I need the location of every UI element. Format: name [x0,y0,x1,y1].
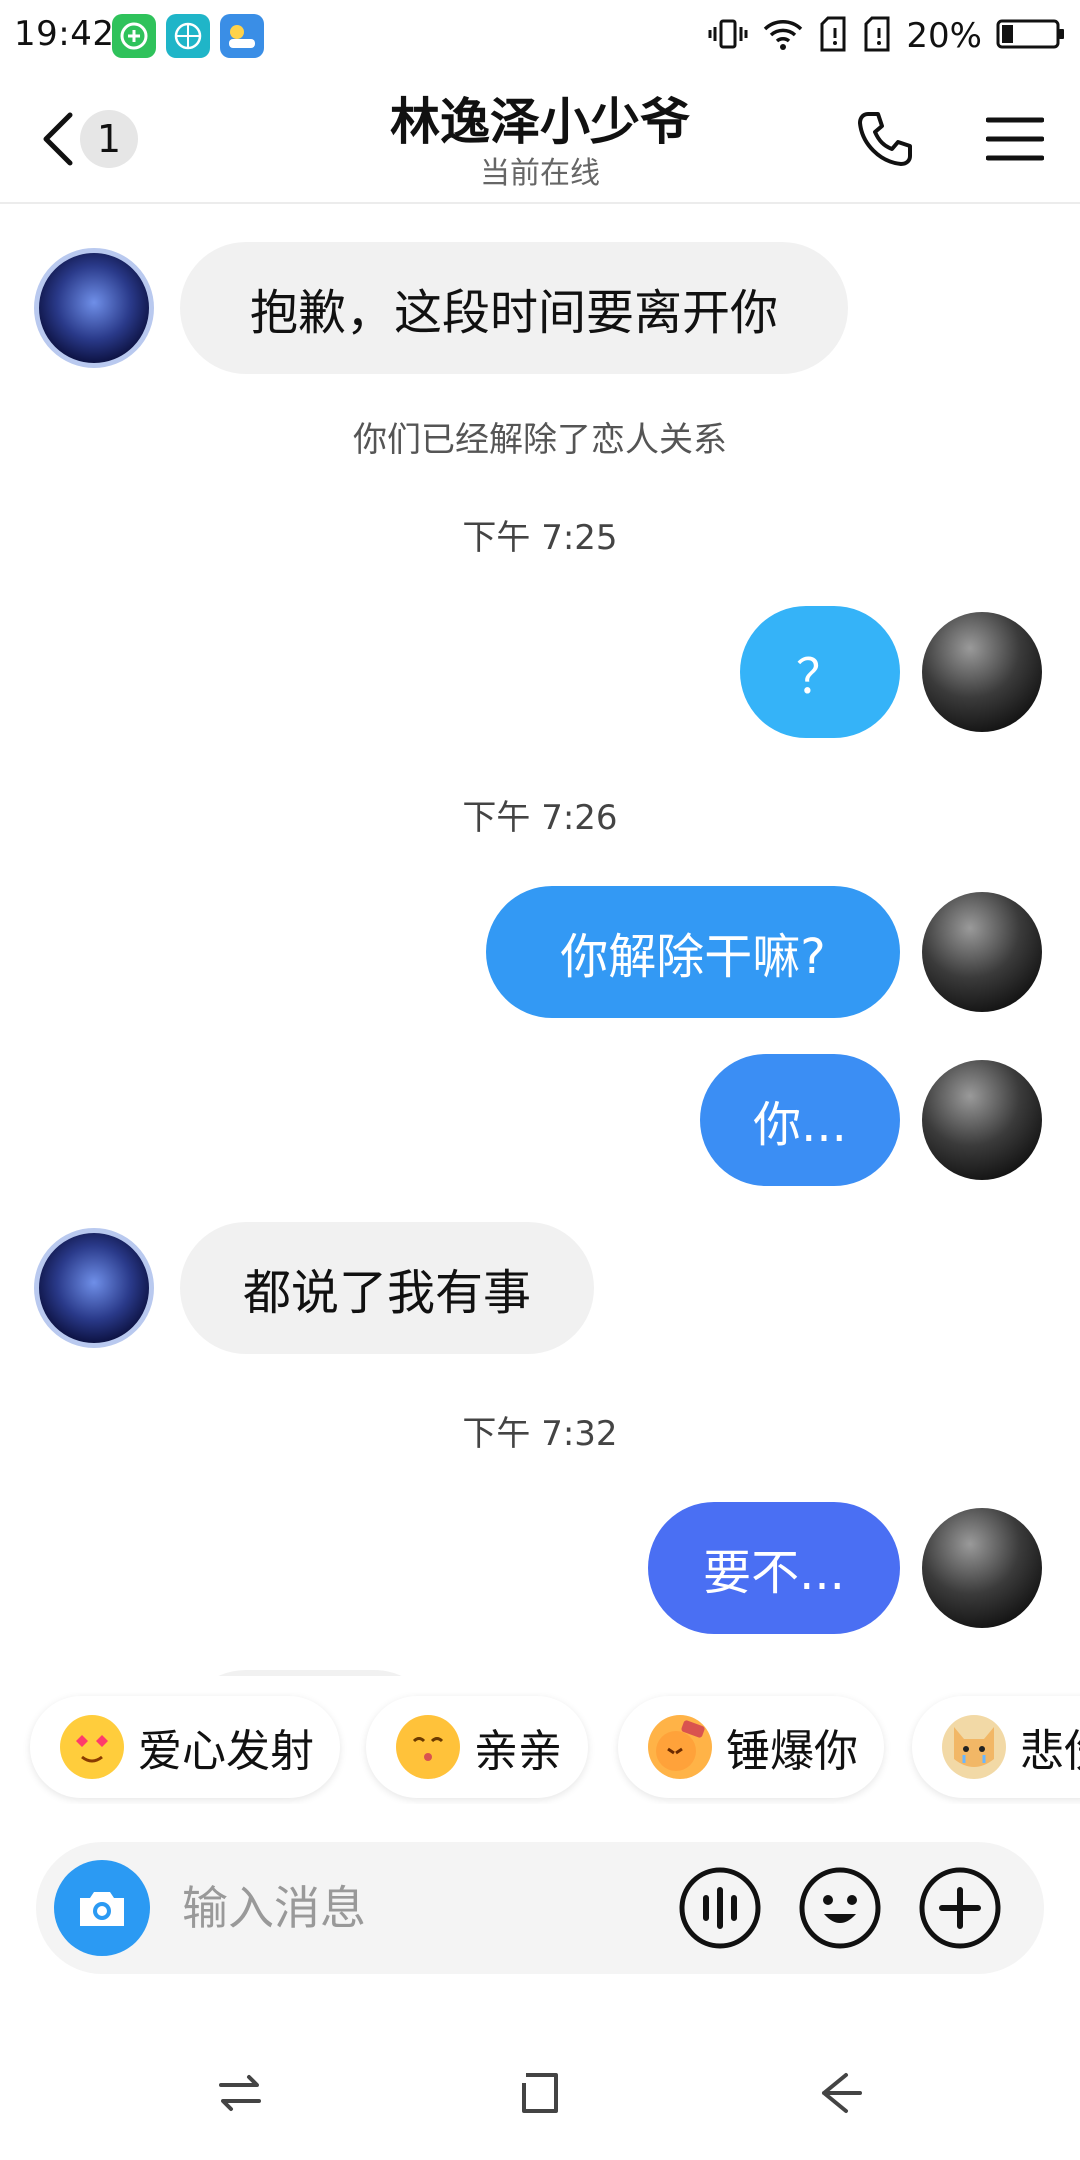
reaction-chip-kiss[interactable]: 亲亲 [366,1696,588,1798]
battery-icon [996,18,1066,54]
reaction-chip-dog[interactable]: 悲伤 [912,1696,1080,1798]
message-bubble-received[interactable]: 都说了我有事 [180,1222,594,1354]
chat-title: 林逸泽小少爷 [390,93,690,151]
status-bar: 19:42 20% [0,0,1080,72]
quick-reaction-bar: 爱心发射 亲亲 锤爆你 悲伤 [0,1692,1080,1804]
weather-app-icon [220,14,264,58]
smiley-icon [799,1867,881,1949]
message-bubble-received[interactable] [180,1670,440,1676]
my-avatar[interactable] [922,1508,1042,1628]
message-list[interactable]: 抱歉，这段时间要离开你 你们已经解除了恋人关系 下午 7:25 ？ 下午 7:2… [0,206,1080,1676]
hamburger-menu-icon [986,117,1044,161]
reaction-label: 悲伤 [1020,1726,1080,1777]
green-app-icon [112,14,156,58]
camera-button[interactable] [54,1860,150,1956]
more-actions-button[interactable] [918,1866,1002,1950]
battery-percent: 20% [906,16,982,56]
unread-count-badge: 1 [80,110,138,168]
recent-apps-button[interactable] [205,2058,275,2128]
voice-input-button[interactable] [678,1866,762,1950]
my-avatar[interactable] [922,892,1042,1012]
back-nav-button[interactable] [805,2058,875,2128]
online-status: 当前在线 [480,156,600,191]
voice-call-button[interactable] [850,104,920,174]
message-input[interactable] [182,1868,662,1948]
hammer-emoji-icon [648,1715,712,1779]
contact-avatar[interactable] [34,248,154,368]
sim2-icon [862,16,892,56]
reaction-label: 亲亲 [474,1726,562,1777]
chevron-left-icon [43,112,73,166]
recent-apps-icon [219,2075,261,2111]
reaction-chip-heart[interactable]: 爱心发射 [30,1696,340,1798]
back-icon [822,2073,862,2113]
reaction-label: 爱心发射 [138,1726,314,1777]
basketball-app-icon [166,14,210,58]
dog-emoji-icon [942,1715,1006,1779]
more-menu-button[interactable] [980,104,1050,174]
timestamp: 下午 7:26 [462,798,618,838]
wifi-icon [762,17,804,55]
camera-icon [80,1892,124,1926]
heart-eyes-emoji-icon [60,1715,124,1779]
sim1-icon [818,16,848,56]
vibrate-icon [708,17,748,55]
emoji-button[interactable] [798,1866,882,1950]
voice-wave-icon [679,1867,761,1949]
contact-avatar[interactable] [34,1228,154,1348]
status-time: 19:42 [14,14,115,54]
message-bubble-sent[interactable]: ？ [740,606,900,738]
message-bubble-received[interactable]: 抱歉，这段时间要离开你 [180,242,848,374]
kiss-emoji-icon [396,1715,460,1779]
timestamp: 下午 7:32 [462,1414,618,1454]
message-bubble-sent[interactable]: 你解除干嘛? [486,886,900,1018]
status-indicators: 20% [708,12,1066,60]
timestamp: 下午 7:25 [462,518,618,558]
my-avatar[interactable] [922,1060,1042,1180]
reaction-chip-hammer[interactable]: 锤爆你 [618,1696,884,1798]
message-input-bar [36,1842,1044,1974]
reaction-label: 锤爆你 [726,1726,858,1777]
home-button[interactable] [505,2058,575,2128]
phone-icon [858,112,912,166]
chat-header: 1 林逸泽小少爷 当前在线 [0,72,1080,204]
plus-circle-icon [919,1867,1001,1949]
chat-screen: 19:42 20% 1 林逸泽小少爷 当前在线 抱歉，这段时间要离开你 你们已经… [0,0,1080,2160]
system-nav-bar [0,2040,1080,2140]
system-notice: 你们已经解除了恋人关系 [353,420,727,460]
my-avatar[interactable] [922,612,1042,732]
home-icon [522,2073,558,2113]
message-bubble-sent[interactable]: 要不... [648,1502,900,1634]
message-bubble-sent[interactable]: 你... [700,1054,900,1186]
back-button[interactable] [28,104,88,174]
